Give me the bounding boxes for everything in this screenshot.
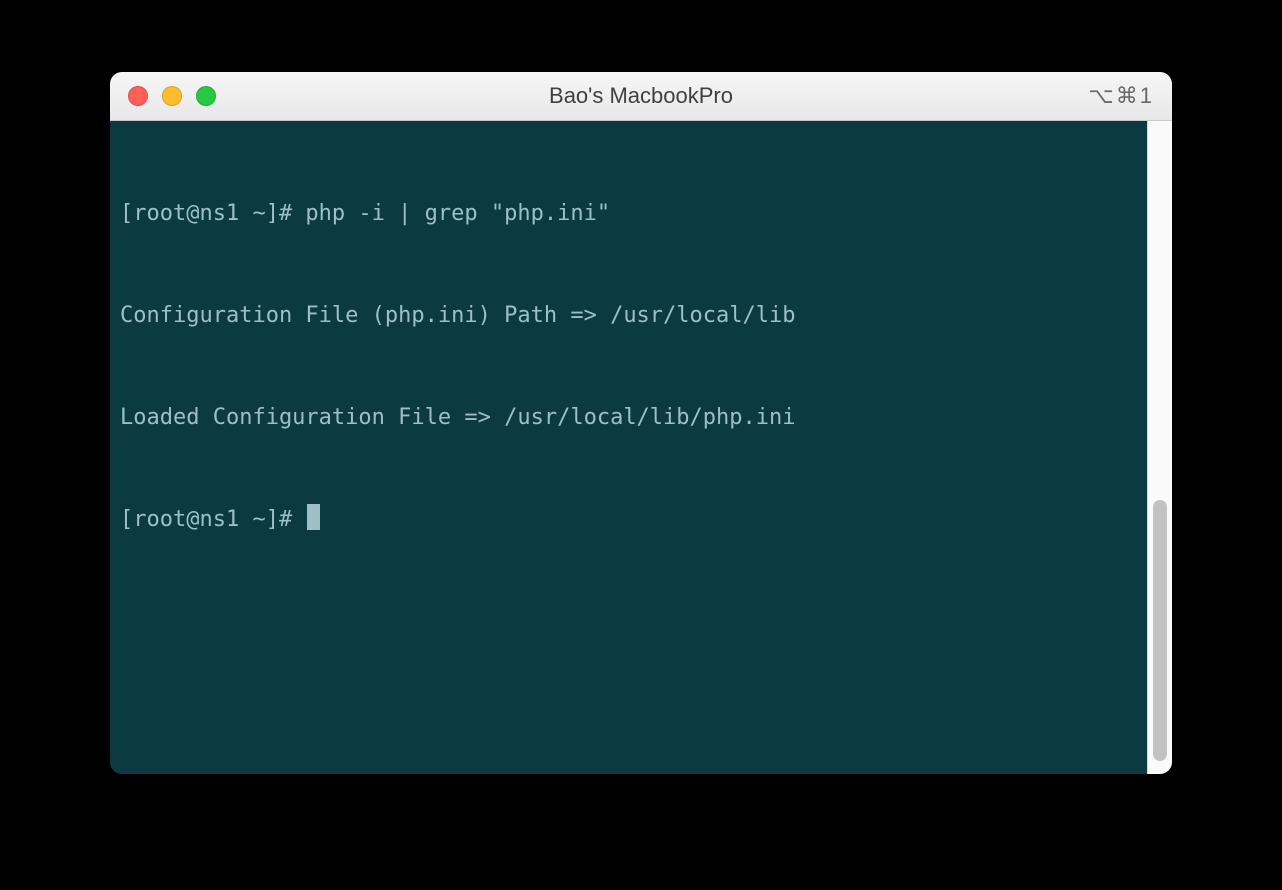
terminal-window: Bao's MacbookPro ⌥⌘1 [root@ns1 ~]# php -… xyxy=(110,72,1172,774)
terminal-line: Configuration File (php.ini) Path => /us… xyxy=(120,299,1139,333)
traffic-lights xyxy=(110,86,216,106)
terminal-line: Loaded Configuration File => /usr/local/… xyxy=(120,401,1139,435)
terminal-output[interactable]: [root@ns1 ~]# php -i | grep "php.ini" Co… xyxy=(110,121,1147,774)
close-icon[interactable] xyxy=(128,86,148,106)
window-title: Bao's MacbookPro xyxy=(110,83,1172,109)
minimize-icon[interactable] xyxy=(162,86,182,106)
scrollbar-thumb[interactable] xyxy=(1153,500,1167,761)
window-body: [root@ns1 ~]# php -i | grep "php.ini" Co… xyxy=(110,121,1172,774)
scrollbar-track[interactable] xyxy=(1147,121,1172,774)
titlebar[interactable]: Bao's MacbookPro ⌥⌘1 xyxy=(110,72,1172,121)
tab-shortcut-hint: ⌥⌘1 xyxy=(1088,83,1172,109)
terminal-line: [root@ns1 ~]# php -i | grep "php.ini" xyxy=(120,197,1139,231)
cursor-icon xyxy=(307,504,320,530)
terminal-prompt: [root@ns1 ~]# xyxy=(120,507,305,532)
terminal-prompt-line: [root@ns1 ~]# xyxy=(120,503,1139,537)
zoom-icon[interactable] xyxy=(196,86,216,106)
